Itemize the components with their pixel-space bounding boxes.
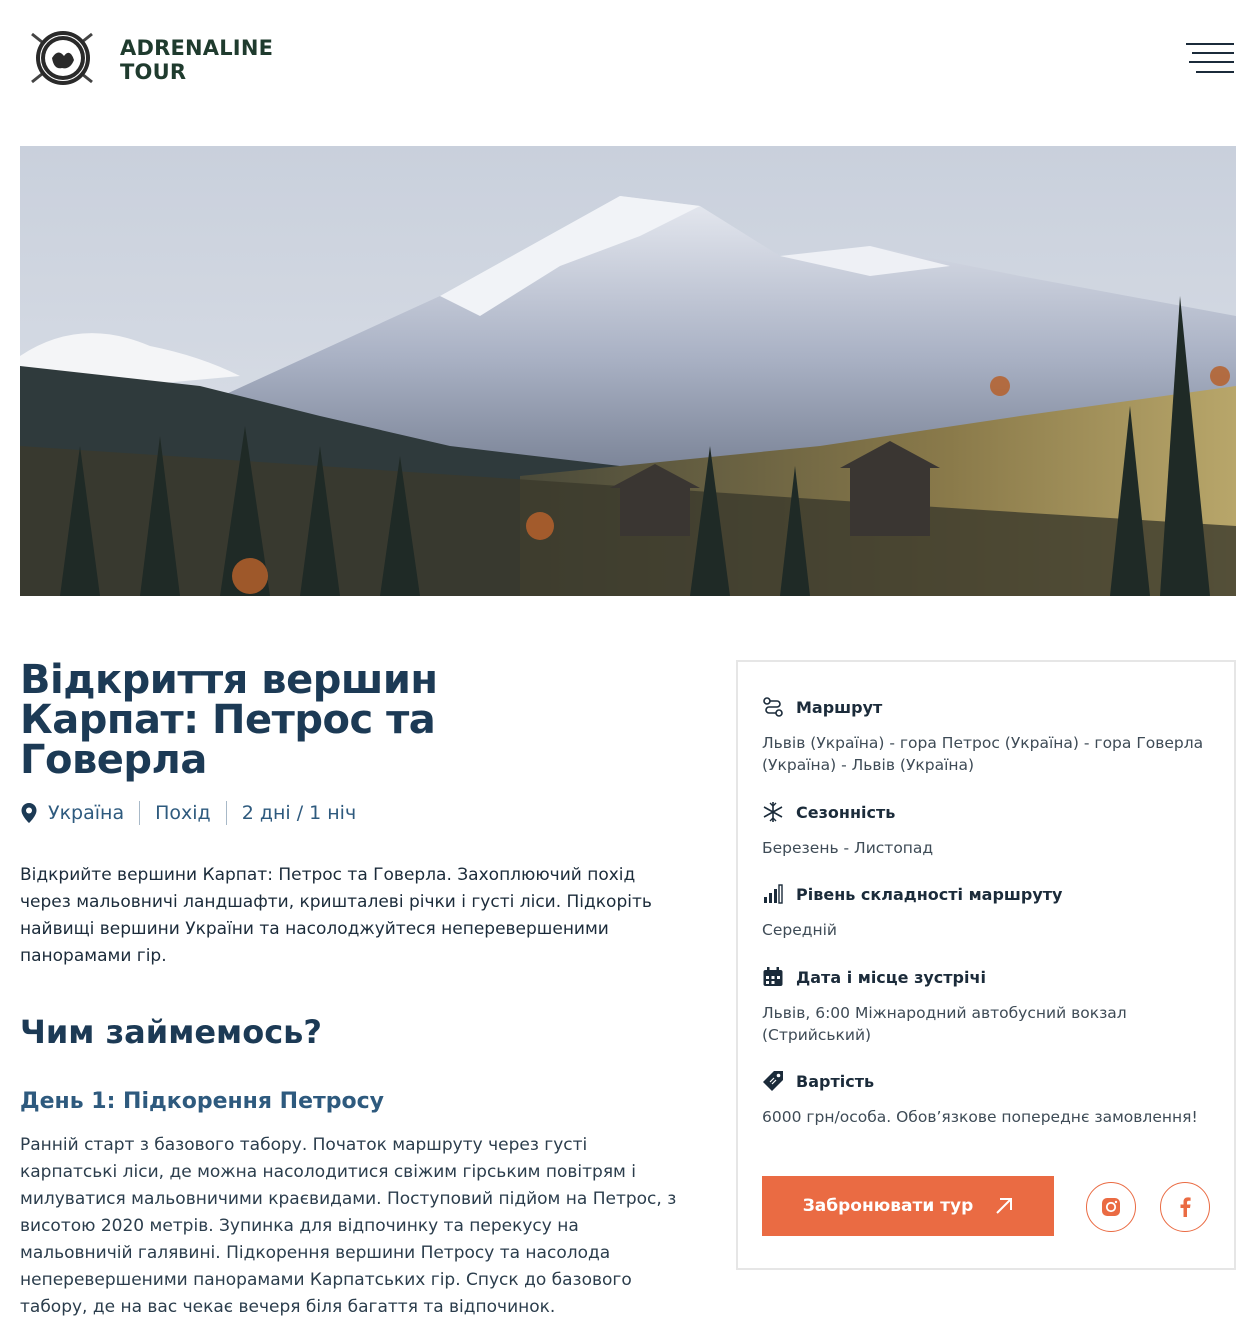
brand-line-2: TOUR [120, 60, 187, 84]
book-tour-label: Забронювати тур [802, 1196, 974, 1216]
day-description: Ранній старт з базового табору. Початок … [20, 1135, 677, 1317]
difficulty-heading: Рівень складності маршруту [762, 883, 1062, 905]
tour-type: Похід [155, 802, 211, 824]
season-heading: Сезонність [762, 801, 895, 823]
signal-bars-icon [764, 884, 783, 904]
book-tour-button[interactable]: Забронювати тур [762, 1176, 1054, 1236]
logo-emblem-icon[interactable] [26, 24, 100, 92]
section-title: Чим займемось? [20, 1013, 322, 1051]
route-value: Львів (Україна) - гора Петрос (Україна) … [762, 734, 1204, 774]
instagram-button[interactable] [1086, 1182, 1136, 1232]
brand-name[interactable]: ADRENALINE TOUR [120, 36, 273, 84]
tour-duration: 2 дні / 1 ніч [241, 802, 357, 824]
difficulty-value: Середній [762, 921, 837, 939]
hero-image [20, 146, 1236, 596]
facebook-button[interactable] [1160, 1182, 1210, 1232]
difficulty-label: Рівень складності маршруту [796, 884, 1063, 904]
meeting-label: Дата і місце зустрічі [796, 967, 986, 987]
hamburger-menu-icon[interactable] [1186, 40, 1234, 76]
price-heading: Вартість [762, 1070, 874, 1092]
brand-line-1: ADRENALINE [120, 36, 274, 60]
tour-meta: Україна Похід 2 дні / 1 ніч [20, 800, 356, 826]
price-label: Вартість [796, 1071, 875, 1091]
price-value: 6000 грн/особа. Обов’язкове попереднє за… [762, 1108, 1198, 1126]
calendar-icon [763, 967, 783, 986]
meeting-heading: Дата і місце зустрічі [762, 966, 986, 988]
instagram-icon [1102, 1198, 1120, 1216]
snowflake-sun-icon [763, 802, 783, 822]
facebook-icon [1180, 1197, 1191, 1217]
tour-location: Україна [48, 802, 125, 824]
tour-title: Відкриття вершин Карпат: Петрос та Говер… [20, 657, 438, 783]
season-value: Березень - Листопад [762, 839, 934, 857]
price-tag-icon [763, 1071, 783, 1091]
site-header: ADRENALINE TOUR [0, 0, 1250, 116]
tour-info-card: Маршрут Львів (Україна) - гора Петрос (У… [736, 660, 1236, 1270]
route-label: Маршрут [796, 697, 883, 717]
meta-divider [139, 801, 141, 825]
tour-intro: Відкрийте вершини Карпат: Петрос та Гове… [20, 865, 652, 966]
location-pin-icon [21, 803, 37, 823]
arrow-up-right-icon [996, 1198, 1013, 1214]
meta-divider [225, 801, 227, 825]
meeting-value: Львів, 6:00 Міжнародний автобусний вокза… [762, 1004, 1127, 1044]
route-heading: Маршрут [762, 696, 882, 718]
season-label: Сезонність [796, 802, 896, 822]
day-title: День 1: Підкорення Петросу [20, 1089, 384, 1114]
route-icon [763, 697, 783, 717]
